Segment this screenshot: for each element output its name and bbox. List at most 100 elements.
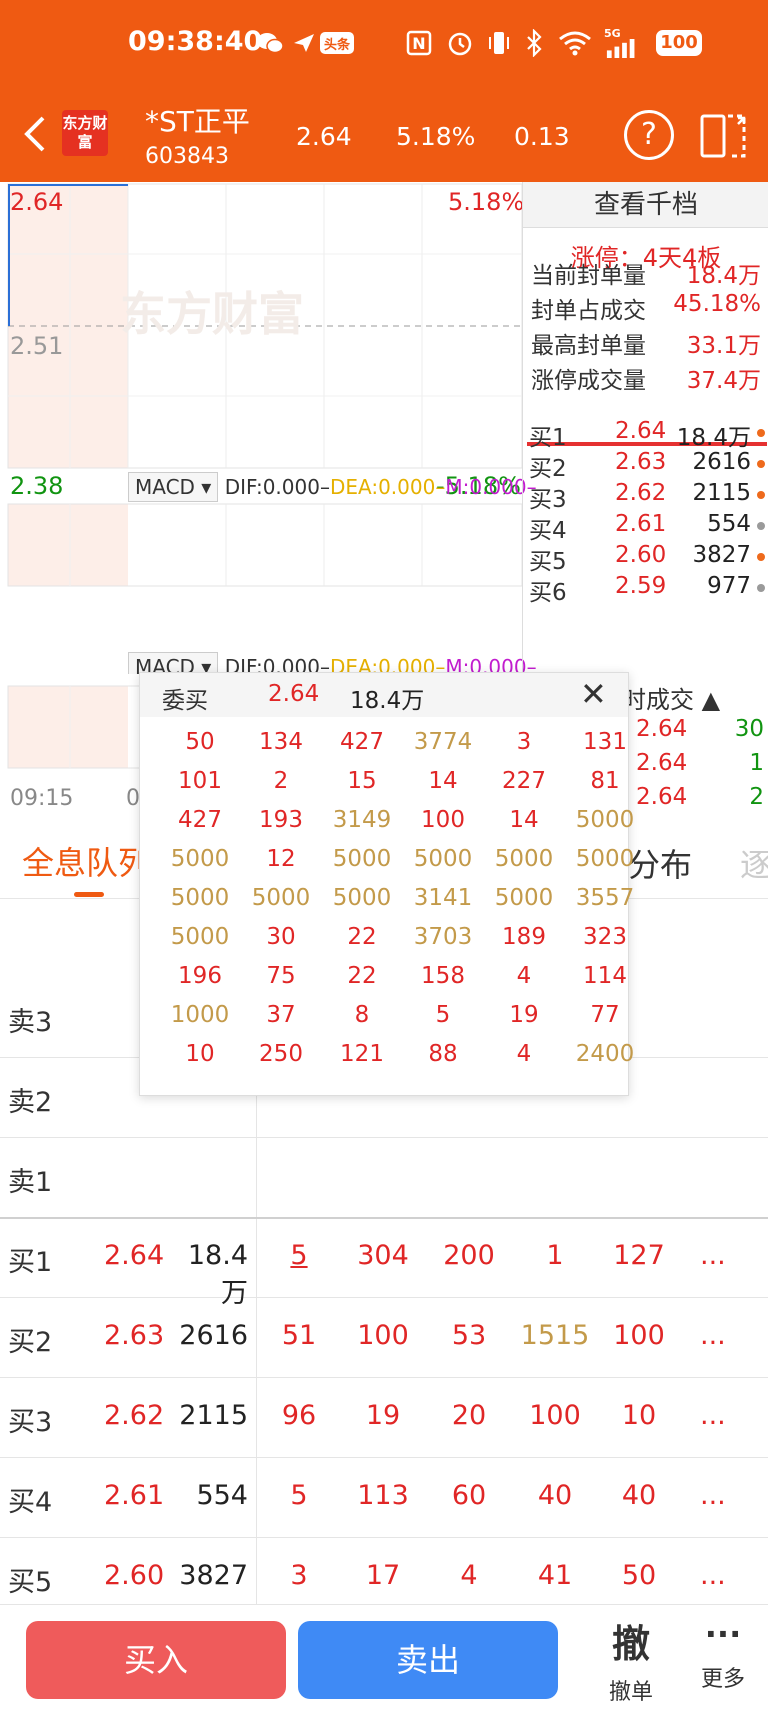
queue-order-cell[interactable]: 51 [256,1320,342,1351]
chart-mid-price: 2.51 [10,332,64,360]
bid-level-row[interactable]: 买2 2.63 2616 [529,449,765,482]
watermark: 东方财富 [120,287,304,341]
popup-order-cell: 196 [178,963,222,989]
bid-level-price: 2.64 [615,418,667,444]
stat-value: 33.1万 [686,333,761,359]
popup-order-cell: 3141 [413,885,473,911]
view-depth-button[interactable]: 查看千档 [523,182,768,228]
buy-level-row[interactable]: 买1 2.64 18.4万 5 304 200 1 127... [0,1218,768,1309]
queue-order-cell[interactable]: 100 [596,1320,682,1351]
popup-order-cell: 3149 [332,807,392,833]
popup-order-cell: 131 [583,729,627,755]
tab-full-queue[interactable]: 全息队列 [22,838,150,884]
queue-order-cell[interactable]: 1515 [512,1320,598,1351]
row-more[interactable]: ... [700,1320,726,1351]
popup-order-cell: 14 [428,768,458,794]
buy-level-price: 2.64 [104,1240,165,1271]
row-more[interactable]: ... [700,1240,726,1271]
queue-order-cell[interactable]: 60 [426,1480,512,1511]
bid-level-row[interactable]: 买4 2.61 554 [529,511,765,544]
popup-order-cell: 22 [347,924,377,950]
popup-order-cell: 227 [502,768,546,794]
status-bar: 09:38:40 头条 N 5G 100 [0,0,768,88]
buy-button[interactable]: 买入 [26,1621,286,1699]
popup-order-cell: 77 [590,1002,620,1028]
queue-order-cell[interactable]: 304 [340,1240,426,1271]
tick-trades-header[interactable]: 时成交 ▲ [622,680,720,715]
popup-order-cell: 193 [259,807,303,833]
bid-level-row[interactable]: 买5 2.60 3827 [529,542,765,575]
popup-order-cell: 50 [185,729,215,755]
queue-order-cell[interactable]: 5 [256,1480,342,1511]
queue-order-cell[interactable]: 10 [596,1400,682,1431]
close-icon[interactable]: ✕ [580,675,607,713]
chart-time-start: 09:15 [10,786,74,811]
popup-order-cell: 5000 [575,807,635,833]
svg-text:N: N [412,34,425,53]
more-icon: ··· [704,1615,742,1653]
popup-order-cell: 10 [185,1041,215,1067]
cancel-order-button[interactable]: 撤 撤单 [596,1613,666,1709]
popup-order-cell: 121 [340,1041,384,1067]
queue-order-cell[interactable]: 1 [512,1240,598,1271]
popup-order-cell: 4 [516,963,532,989]
tick-trade-row: 2.64 2 [636,784,764,816]
queue-order-cell[interactable]: 17 [340,1560,426,1591]
queue-order-cell[interactable]: 40 [596,1480,682,1511]
tab-indicator [74,892,104,897]
popup-order-cell: 3703 [413,924,473,950]
send-icon [292,28,316,58]
popup-order-cell: 88 [428,1041,458,1067]
queue-order-cell[interactable]: 96 [256,1400,342,1431]
macd-selector[interactable]: MACD ▾ [128,472,219,502]
popup-order-cell: 5000 [494,846,554,872]
sell-button[interactable]: 卖出 [298,1621,558,1699]
tick-volume: 2 [749,784,764,810]
app-header: 东方财富 *ST正平 603843 2.64 5.18% 0.13 ? [0,88,768,182]
buy-level-row[interactable]: 买3 2.62 2115 96 19 20 100 10... [0,1378,768,1458]
bid-level-row[interactable]: 买1 2.64 18.4万 [529,418,765,451]
cancel-order-label: 撤单 [608,1680,653,1705]
popup-order-cell: 75 [266,963,296,989]
row-more[interactable]: ... [700,1400,726,1431]
bid-level-dot [757,553,765,561]
layout-switch-button[interactable] [698,110,750,160]
help-button[interactable]: ? [624,110,674,160]
popup-order-cell: 15 [347,768,377,794]
queue-order-cell[interactable]: 40 [512,1480,598,1511]
queue-order-cell[interactable]: 3 [256,1560,342,1591]
queue-order-cell[interactable]: 100 [512,1400,598,1431]
more-button[interactable]: ··· 更多 [690,1613,756,1709]
queue-order-cell[interactable]: 100 [340,1320,426,1351]
sell-level-label: 卖2 [8,1087,53,1118]
buy-level-price: 2.63 [104,1320,165,1351]
buy-level-row[interactable]: 买4 2.61 554 5 113 60 40 40... [0,1458,768,1538]
bid-level-volume: 977 [707,573,751,599]
bid-level-row[interactable]: 买3 2.62 2115 [529,480,765,513]
row-more[interactable]: ... [700,1560,726,1591]
queue-order-cell[interactable]: 4 [426,1560,512,1591]
sell-level-label: 卖1 [8,1167,53,1198]
queue-order-cell[interactable]: 200 [426,1240,512,1271]
queue-order-cell[interactable]: 5 [256,1240,342,1271]
back-button[interactable] [16,110,52,158]
popup-volume: 18.4万 [350,688,425,714]
queue-order-cell[interactable]: 53 [426,1320,512,1351]
popup-order-cell: 5000 [170,924,230,950]
queue-order-cell[interactable]: 113 [340,1480,426,1511]
macd-selector-2[interactable]: MACD ▾ [128,652,219,674]
queue-order-cell[interactable]: 20 [426,1400,512,1431]
tab-partial[interactable]: 逐 [740,840,768,886]
queue-order-cell[interactable]: 127 [596,1240,682,1271]
header-price: 2.64 [296,122,352,151]
stock-name[interactable]: *ST正平 [145,100,250,140]
queue-order-cell[interactable]: 50 [596,1560,682,1591]
chevron-left-icon [24,116,45,152]
queue-order-cell[interactable]: 19 [340,1400,426,1431]
sell-level-row[interactable]: 卖1 [0,1138,768,1218]
nfc-icon: N [406,28,432,58]
queue-order-cell[interactable]: 41 [512,1560,598,1591]
bid-level-row[interactable]: 买6 2.59 977 [529,573,765,606]
buy-level-row[interactable]: 买2 2.63 2616 51 100 53 1515 100... [0,1298,768,1378]
row-more[interactable]: ... [700,1480,726,1511]
